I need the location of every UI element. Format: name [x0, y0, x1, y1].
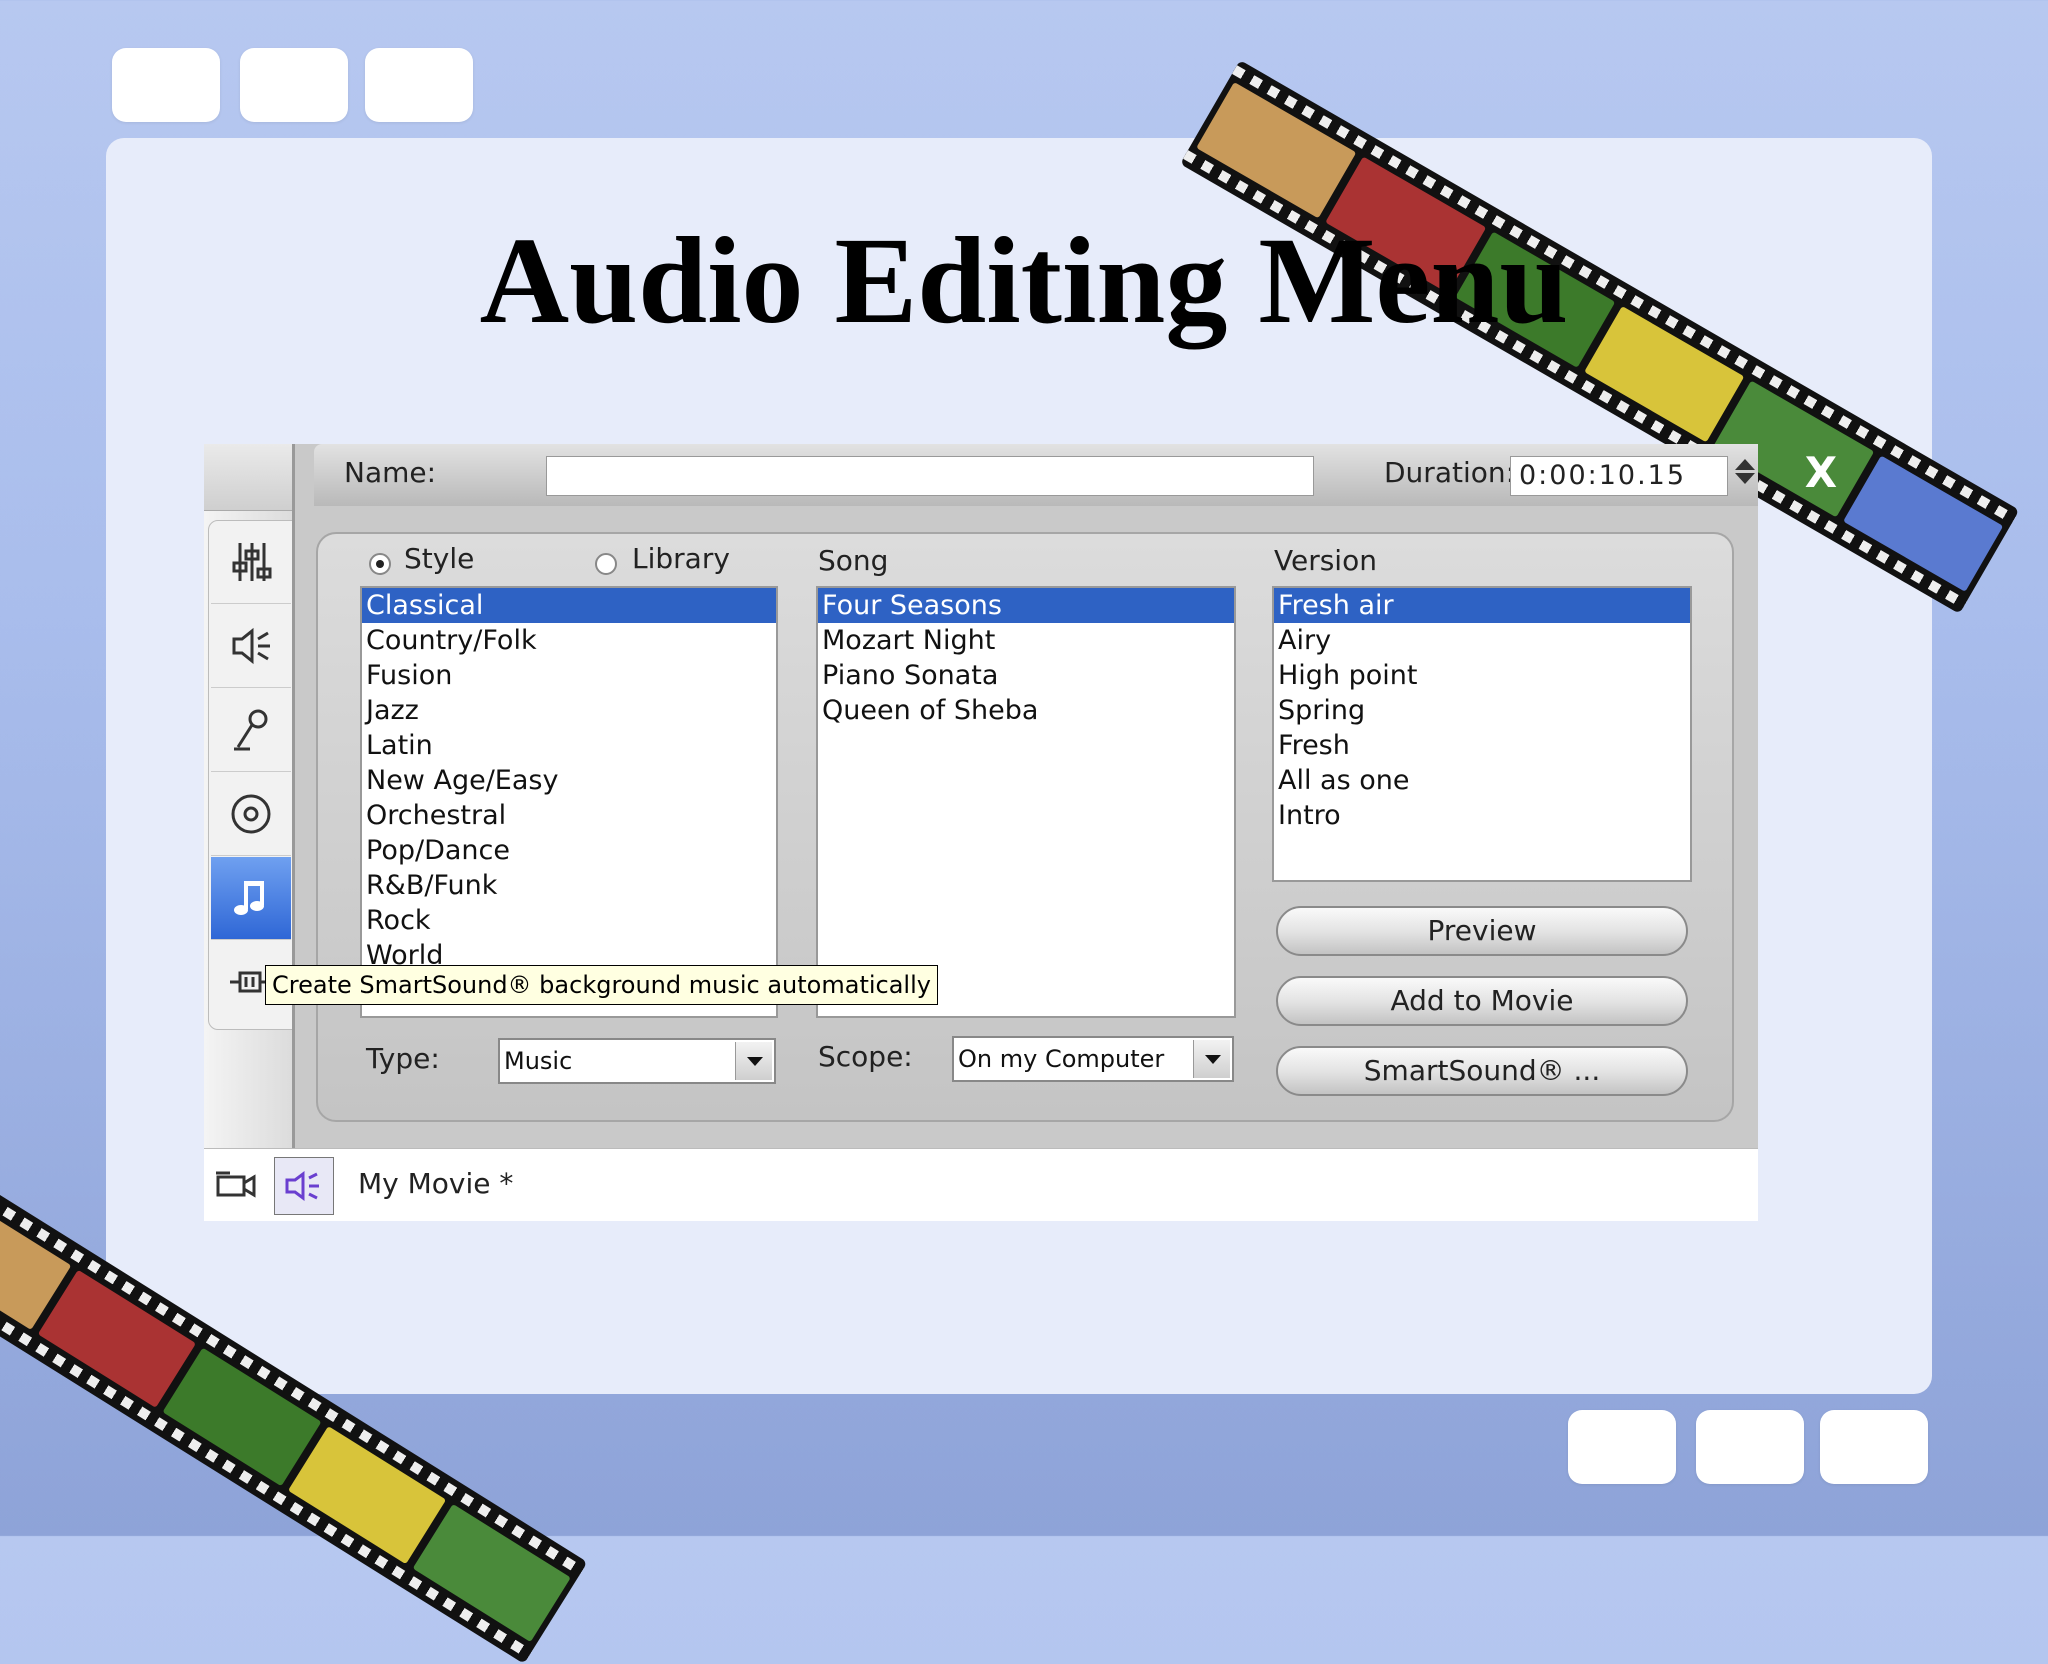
cd-audio-tool[interactable]: [211, 773, 291, 856]
microphone-icon: [234, 709, 268, 751]
list-item[interactable]: Pop/Dance: [362, 833, 776, 868]
slide-corner-tab-5: [1696, 1410, 1804, 1484]
slide-title: Audio Editing Menu: [479, 212, 1569, 349]
scope-select[interactable]: On my Computer: [952, 1036, 1234, 1082]
scope-select-value: On my Computer: [958, 1045, 1165, 1073]
slide-corner-tab-6: [1820, 1410, 1928, 1484]
style-radio-label[interactable]: Style: [404, 542, 474, 575]
chevron-down-icon[interactable]: [735, 1042, 772, 1080]
slide-corner-tab-4: [1568, 1410, 1676, 1484]
list-item[interactable]: Queen of Sheba: [818, 693, 1234, 728]
add-to-movie-button[interactable]: Add to Movie: [1276, 976, 1688, 1026]
list-item[interactable]: Orchestral: [362, 798, 776, 833]
name-label: Name:: [344, 456, 437, 489]
audio-mixer-tool[interactable]: [211, 521, 291, 604]
preview-button[interactable]: Preview: [1276, 906, 1688, 956]
list-item[interactable]: Mozart Night: [818, 623, 1234, 658]
style-listbox[interactable]: Classical Country/Folk Fusion Jazz Latin New …: [360, 586, 778, 1018]
tool-button-group: [208, 520, 294, 1030]
clip-properties-bar: Name: Duration: 0:00:10.15 X: [314, 444, 1837, 506]
list-item[interactable]: Piano Sonata: [818, 658, 1234, 693]
list-item[interactable]: Airy: [1274, 623, 1690, 658]
video-view-toggle[interactable]: [206, 1157, 264, 1213]
audio-volume-tool[interactable]: [211, 605, 291, 688]
chevron-down-icon[interactable]: [1193, 1040, 1230, 1078]
close-button[interactable]: X: [1798, 450, 1844, 496]
style-radio[interactable]: [369, 553, 391, 575]
library-radio-label[interactable]: Library: [632, 542, 730, 575]
sidebar-divider: [292, 444, 295, 1148]
slide-corner-tab-1: [112, 48, 220, 122]
list-item[interactable]: Spring: [1274, 693, 1690, 728]
list-item[interactable]: R&B/Funk: [362, 868, 776, 903]
spin-down-icon[interactable]: [1735, 473, 1755, 484]
speaker-icon: [232, 627, 270, 665]
narration-tool[interactable]: [211, 689, 291, 772]
list-item[interactable]: Rock: [362, 903, 776, 938]
sidebar-header: [204, 444, 292, 511]
list-item[interactable]: Classical: [362, 588, 776, 623]
audio-mixer-icon: [232, 543, 272, 581]
audio-view-toggle[interactable]: [274, 1157, 334, 1215]
song-listbox[interactable]: Four Seasons Mozart Night Piano Sonata Quee…: [816, 586, 1236, 1018]
music-note-icon: [234, 881, 264, 915]
list-item[interactable]: Fresh air: [1274, 588, 1690, 623]
list-item[interactable]: Fusion: [362, 658, 776, 693]
library-radio[interactable]: [595, 553, 617, 575]
type-select[interactable]: Music: [498, 1038, 776, 1084]
speaker-icon: [285, 1171, 319, 1201]
cd-disc-icon: [231, 794, 271, 834]
list-item[interactable]: High point: [1274, 658, 1690, 693]
list-item[interactable]: Latin: [362, 728, 776, 763]
version-listbox[interactable]: Fresh air Airy High point Spring Fresh All as…: [1272, 586, 1692, 882]
slide-corner-tab-2: [240, 48, 348, 122]
type-label: Type:: [366, 1042, 440, 1075]
type-select-value: Music: [504, 1047, 573, 1075]
smartsound-tooltip: Create SmartSound® background music auto…: [265, 965, 938, 1005]
duration-field[interactable]: 0:00:10.15: [1510, 456, 1728, 496]
movie-title: My Movie *: [358, 1167, 514, 1200]
status-bar: My Movie *: [204, 1148, 1758, 1221]
background-music-tool[interactable]: [211, 857, 291, 940]
scope-label: Scope:: [818, 1040, 913, 1073]
list-item[interactable]: Four Seasons: [818, 588, 1234, 623]
duration-spinner[interactable]: [1732, 456, 1758, 496]
list-item[interactable]: Fresh: [1274, 728, 1690, 763]
list-item[interactable]: Jazz: [362, 693, 776, 728]
slide-corner-tab-3: [365, 48, 473, 122]
name-input[interactable]: [546, 456, 1314, 496]
version-label: Version: [1274, 544, 1377, 577]
list-item[interactable]: All as one: [1274, 763, 1690, 798]
list-item[interactable]: Country/Folk: [362, 623, 776, 658]
camcorder-icon: [216, 1171, 256, 1198]
audio-editor-window: Name: Duration: 0:00:10.15 X Style Libra…: [204, 444, 1837, 1221]
song-label: Song: [818, 544, 889, 577]
duration-label: Duration:: [1384, 456, 1516, 489]
smartsound-panel: Style Library Song Version Classical Coun…: [316, 532, 1734, 1122]
list-item[interactable]: New Age/Easy: [362, 763, 776, 798]
smartsound-button[interactable]: SmartSound® ...: [1276, 1046, 1688, 1096]
tool-sidebar: [204, 444, 294, 1148]
list-item[interactable]: Intro: [1274, 798, 1690, 833]
spin-up-icon[interactable]: [1735, 459, 1755, 470]
